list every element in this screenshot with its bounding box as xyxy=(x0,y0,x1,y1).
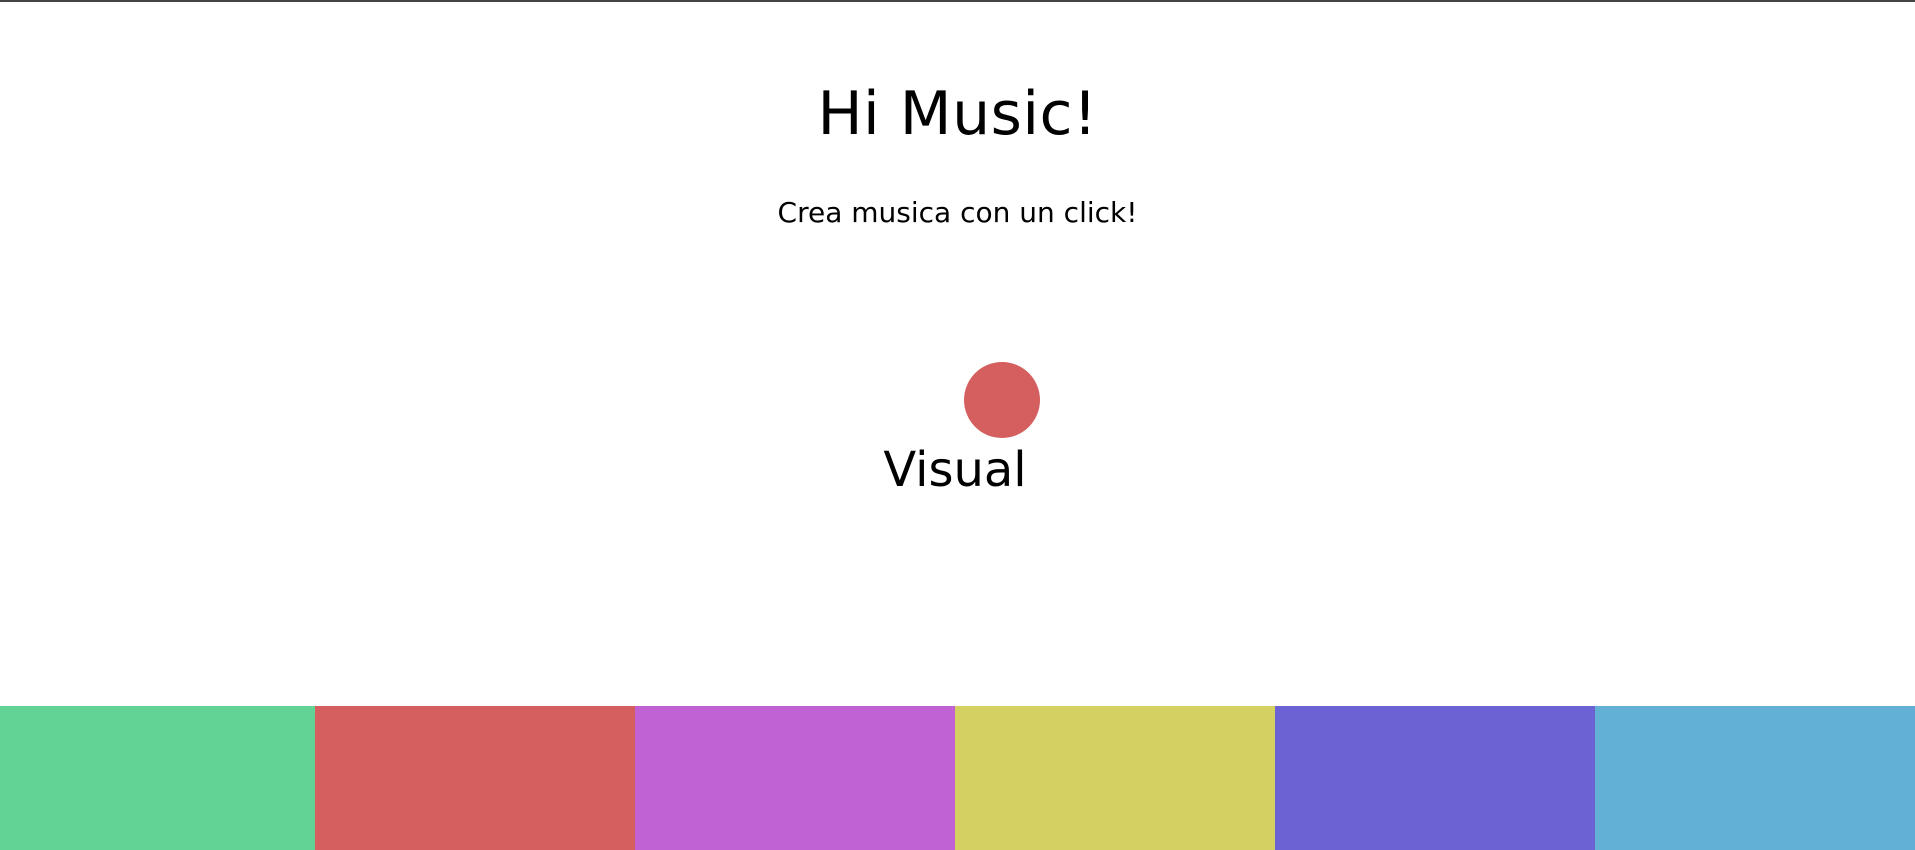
visual-area: Visual xyxy=(0,340,1915,520)
visual-circle xyxy=(964,362,1040,438)
visual-label: Visual xyxy=(883,442,1027,498)
sound-pad-1[interactable] xyxy=(0,706,315,850)
page-subtitle: Crea musica con un click! xyxy=(777,196,1138,229)
sound-pads xyxy=(0,706,1915,850)
sound-pad-5[interactable] xyxy=(1275,706,1595,850)
sound-pad-6[interactable] xyxy=(1595,706,1915,850)
sound-pad-4[interactable] xyxy=(955,706,1275,850)
sound-pad-2[interactable] xyxy=(315,706,635,850)
sound-pad-3[interactable] xyxy=(635,706,955,850)
top-border xyxy=(0,0,1915,2)
page-title: Hi Music! xyxy=(817,79,1098,149)
